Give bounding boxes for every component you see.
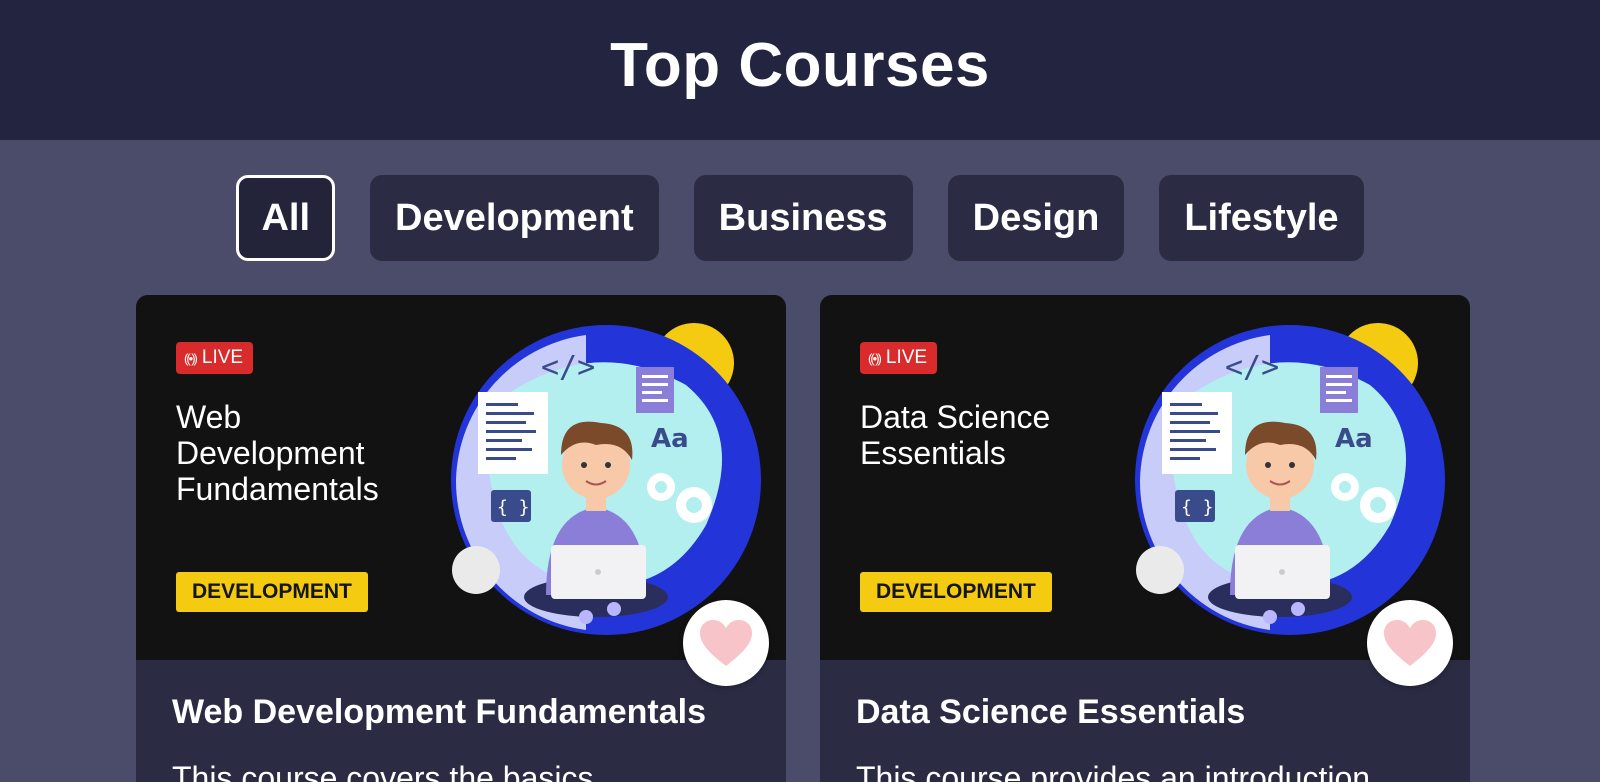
thumbnail-title: Web Development Fundamentals <box>176 399 379 507</box>
live-badge: ((•)) LIVE <box>176 342 254 374</box>
live-badge: ((•)) LIVE <box>860 342 938 374</box>
live-badge-label: LIVE <box>201 347 244 368</box>
course-card[interactable]: ((•)) LIVE Data Science Essentials DEVEL… <box>820 295 1470 782</box>
course-description: This course covers the basics <box>172 760 594 782</box>
svg-text:</>: </> <box>1225 350 1279 385</box>
favorite-button[interactable] <box>683 600 769 686</box>
category-tag: DEVELOPMENT <box>860 572 1052 612</box>
category-tag: DEVELOPMENT <box>176 572 368 612</box>
filter-chip-development[interactable]: Development <box>370 175 659 261</box>
page-title: Top Courses <box>610 30 990 100</box>
svg-text:{ }: { } <box>1181 497 1214 518</box>
svg-text:Aa: Aa <box>1335 424 1373 454</box>
live-badge-label: LIVE <box>885 347 928 368</box>
heart-icon <box>1384 620 1436 666</box>
filter-chip-design[interactable]: Design <box>947 175 1125 261</box>
course-card[interactable]: ((•)) LIVE Web Development Fundamentals … <box>136 295 786 782</box>
broadcast-icon: ((•)) <box>868 350 882 366</box>
course-thumbnail: ((•)) LIVE Web Development Fundamentals … <box>136 295 786 660</box>
page-header: Top Courses <box>0 0 1600 140</box>
heart-icon <box>700 620 752 666</box>
filter-chip-business[interactable]: Business <box>693 175 913 261</box>
course-title[interactable]: Data Science Essentials <box>856 693 1245 732</box>
svg-text:</>: </> <box>541 350 595 385</box>
category-filter-bar: All Development Business Design Lifestyl… <box>0 175 1600 261</box>
svg-text:Aa: Aa <box>651 424 689 454</box>
course-title[interactable]: Web Development Fundamentals <box>172 693 706 732</box>
course-thumbnail: ((•)) LIVE Data Science Essentials DEVEL… <box>820 295 1470 660</box>
thumbnail-title: Data Science Essentials <box>860 399 1051 471</box>
favorite-button[interactable] <box>1367 600 1453 686</box>
filter-chip-all[interactable]: All <box>236 175 336 261</box>
course-description: This course provides an introduction <box>856 760 1371 782</box>
developer-illustration: </> Aa { } <box>1135 323 1445 635</box>
filter-chip-lifestyle[interactable]: Lifestyle <box>1159 175 1364 261</box>
broadcast-icon: ((•)) <box>184 350 198 366</box>
developer-illustration: </> Aa { } <box>451 323 761 635</box>
svg-text:{ }: { } <box>497 497 530 518</box>
